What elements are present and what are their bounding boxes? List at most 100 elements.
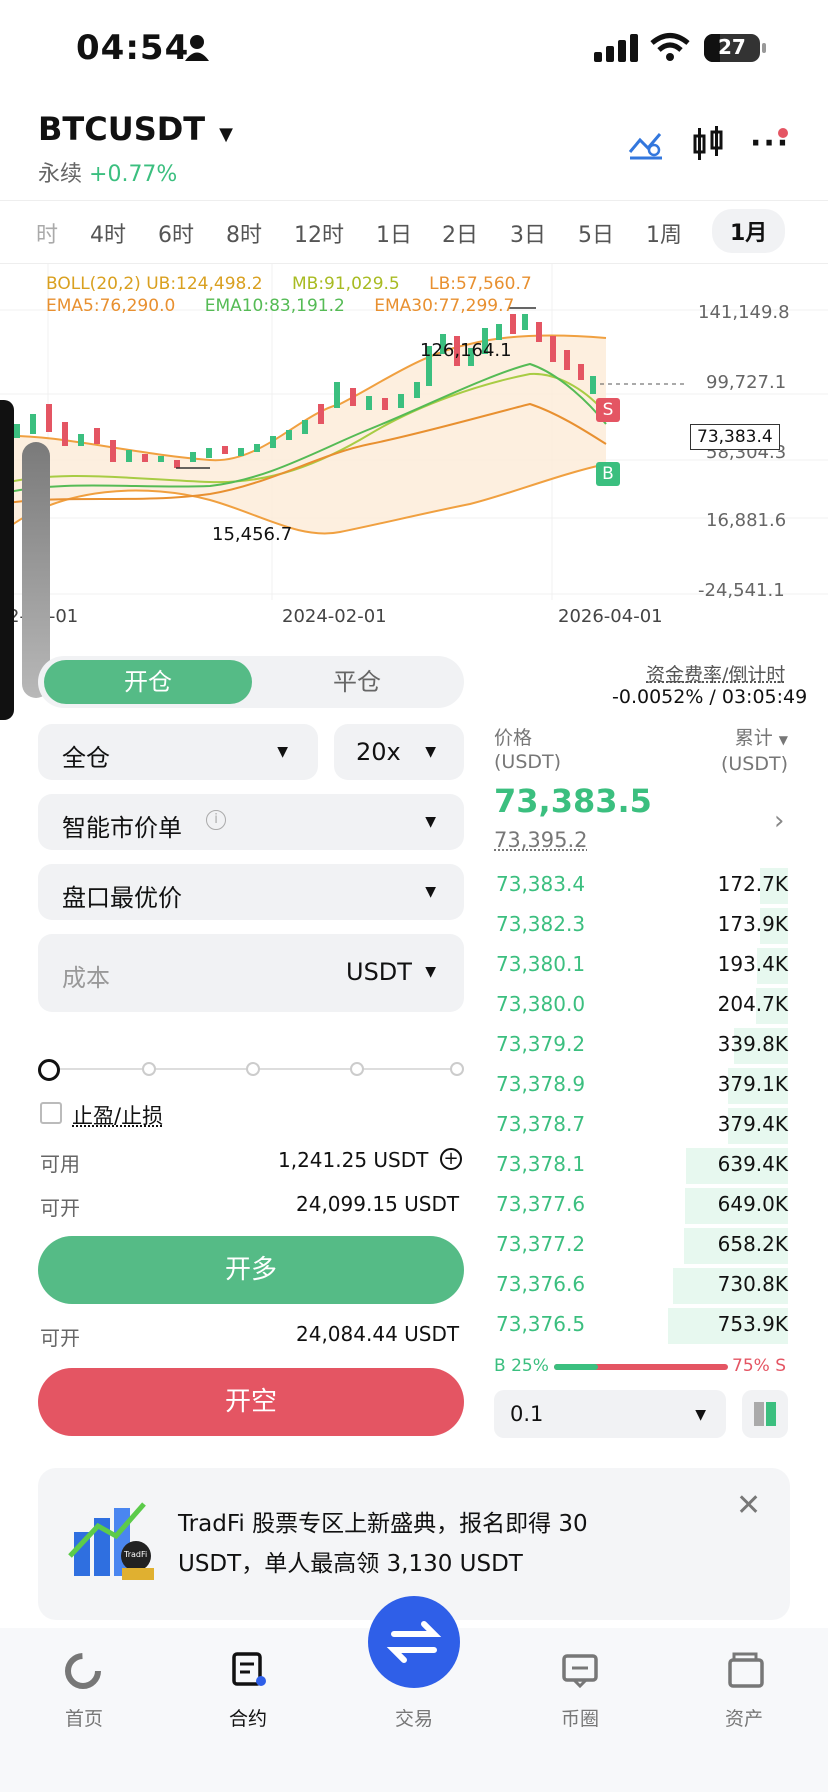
orderbook-row[interactable]: 73,376.6 730.8K (494, 1266, 788, 1304)
price-change: +0.77% (89, 162, 178, 187)
orderbook-price: 73,378.1 (496, 1152, 586, 1176)
slider-step[interactable] (142, 1062, 156, 1076)
orderbook-row[interactable]: 73,383.4 172.7K (494, 866, 788, 904)
layout-icon-left (754, 1402, 764, 1426)
y-axis-label: 16,881.6 (706, 510, 787, 531)
orderbook-row[interactable]: 73,378.1 639.4K (494, 1146, 788, 1184)
tab-interval[interactable]: 4时 (90, 217, 126, 249)
orderbook-qty: 730.8K (717, 1272, 788, 1296)
tab-interval[interactable]: 6时 (158, 217, 194, 249)
orderbook-row[interactable]: 73,376.5 753.9K (494, 1306, 788, 1344)
tpsl-label[interactable]: 止盈/止损 (72, 1100, 163, 1130)
orderbook-qty-header[interactable]: 累计 ▼ (USDT) (700, 726, 788, 776)
contract-icon[interactable] (230, 1650, 270, 1690)
trade-fab[interactable] (368, 1596, 460, 1688)
mark-price[interactable]: 73,395.2 (494, 828, 588, 852)
nav-community[interactable]: 币圈 (530, 1704, 630, 1731)
symbol-name: BTCUSDT (38, 110, 206, 148)
tab-interval[interactable]: 8时 (226, 217, 262, 249)
promo-text: TradFi 股票专区上新盛典，报名即得 30 USDT，单人最高领 3,130… (178, 1504, 588, 1584)
nav-contract[interactable]: 合约 (198, 1704, 298, 1731)
cost-input[interactable]: 成本 USDT ▼ (38, 934, 464, 1012)
promo-line-2: USDT，单人最高领 3,130 USDT (178, 1551, 523, 1577)
orderbook-row[interactable]: 73,379.2 339.8K (494, 1026, 788, 1064)
qty-header: 累计 (734, 727, 773, 749)
layout-icon-right (766, 1402, 776, 1426)
buy-ratio: B 25% (494, 1356, 549, 1376)
depth-layout-button[interactable] (742, 1390, 788, 1438)
ratio-bar-buy (554, 1364, 598, 1370)
tab-interval[interactable]: 3日 (510, 217, 546, 249)
orderbook-row[interactable]: 73,380.0 204.7K (494, 986, 788, 1024)
chevron-down-icon: ▼ (219, 124, 233, 145)
orderbook-row[interactable]: 73,382.3 173.9K (494, 906, 788, 944)
chart-tool-icon[interactable] (628, 128, 664, 160)
price-step-select[interactable]: 0.1 ▼ (494, 1390, 726, 1438)
tab-interval[interactable]: 12时 (294, 217, 344, 249)
amount-slider-thumb[interactable] (38, 1059, 60, 1081)
price-type-select[interactable]: 盘口最优价 ▼ (38, 864, 464, 920)
qty-unit: (USDT) (720, 753, 788, 775)
price-type-value: 盘口最优价 (62, 884, 182, 912)
tab-interval[interactable]: 1日 (376, 217, 412, 249)
wifi-icon (650, 33, 690, 61)
funding-label[interactable]: 资金费率/倒计时 (646, 660, 785, 687)
orderbook-row[interactable]: 73,378.7 379.4K (494, 1106, 788, 1144)
current-price-tag: 73,383.4 (690, 424, 780, 450)
open-short-button[interactable]: 开空 (38, 1368, 464, 1436)
orderbook-row[interactable]: 73,377.2 658.2K (494, 1226, 788, 1264)
close-icon[interactable]: ✕ (736, 1488, 761, 1523)
price-header: 价格 (494, 727, 533, 749)
slider-step[interactable] (450, 1062, 464, 1076)
boll-mb: MB:91,029.5 (291, 274, 400, 294)
price-chart[interactable]: BOLL(20,2) UB:124,498.2 MB:91,029.5 LB:5… (0, 264, 828, 634)
tpsl-checkbox[interactable] (40, 1102, 62, 1124)
tab-interval[interactable]: 2日 (442, 217, 478, 249)
orderbook-row[interactable]: 73,378.9 379.1K (494, 1066, 788, 1104)
margin-mode-select[interactable]: 全仓 ▼ (38, 724, 318, 780)
slider-step[interactable] (350, 1062, 364, 1076)
side-handle[interactable] (22, 442, 50, 698)
ema5-label: EMA5:76,290.0 (46, 296, 176, 316)
high-price-label: 126,164.1 (420, 340, 512, 361)
orderbook-price: 73,382.3 (496, 912, 586, 936)
can-open-short-value: 24,084.44 USDT (296, 1322, 460, 1346)
tab-open[interactable]: 开仓 (44, 660, 252, 704)
leverage-select[interactable]: 20x ▼ (334, 724, 464, 780)
chevron-right-icon[interactable]: › (774, 806, 784, 836)
funding-value: -0.0052% / 03:05:49 (612, 686, 808, 708)
info-icon[interactable]: i (206, 810, 226, 830)
tab-interval[interactable]: 5日 (578, 217, 614, 249)
cost-unit[interactable]: USDT (346, 958, 412, 986)
orderbook-price: 73,376.6 (496, 1272, 586, 1296)
caret-down-icon: ▼ (425, 744, 436, 760)
slider-step[interactable] (246, 1062, 260, 1076)
tab-interval[interactable]: 1周 (646, 217, 682, 249)
boll-band (0, 335, 606, 534)
low-price-label: 15,456.7 (212, 524, 293, 545)
open-long-button[interactable]: 开多 (38, 1236, 464, 1304)
battery-level: 27 (718, 35, 746, 59)
orderbook-price: 73,378.7 (496, 1112, 586, 1136)
nav-trade[interactable]: 交易 (364, 1704, 464, 1731)
add-funds-icon[interactable]: + (440, 1148, 462, 1170)
screen-edge (0, 400, 14, 720)
home-icon[interactable] (62, 1650, 104, 1692)
orderbook-row[interactable]: 73,380.1 193.4K (494, 946, 788, 984)
orderbook-qty: 379.4K (717, 1112, 788, 1136)
tab-close[interactable]: 平仓 (254, 660, 460, 704)
assets-icon[interactable] (726, 1650, 766, 1690)
order-type-select[interactable]: 智能市价单 i ▼ (38, 794, 464, 850)
orderbook-price: 73,383.4 (496, 872, 586, 896)
symbol-selector[interactable]: BTCUSDT ▼ (38, 110, 233, 148)
nav-assets[interactable]: 资产 (694, 1704, 794, 1731)
tab-interval[interactable]: 时 (36, 217, 58, 249)
orderbook-qty: 658.2K (717, 1232, 788, 1256)
orderbook-price: 73,378.9 (496, 1072, 586, 1096)
orderbook-row[interactable]: 73,377.6 649.0K (494, 1186, 788, 1224)
candlestick-icon[interactable] (692, 126, 724, 162)
tab-interval-active[interactable]: 1月 (712, 209, 786, 253)
nav-home[interactable]: 首页 (34, 1704, 134, 1731)
community-icon[interactable] (560, 1650, 600, 1690)
interval-tabs: 时 4时 6时 8时 12时 1日 2日 3日 5日 1周 1月 (0, 200, 828, 264)
